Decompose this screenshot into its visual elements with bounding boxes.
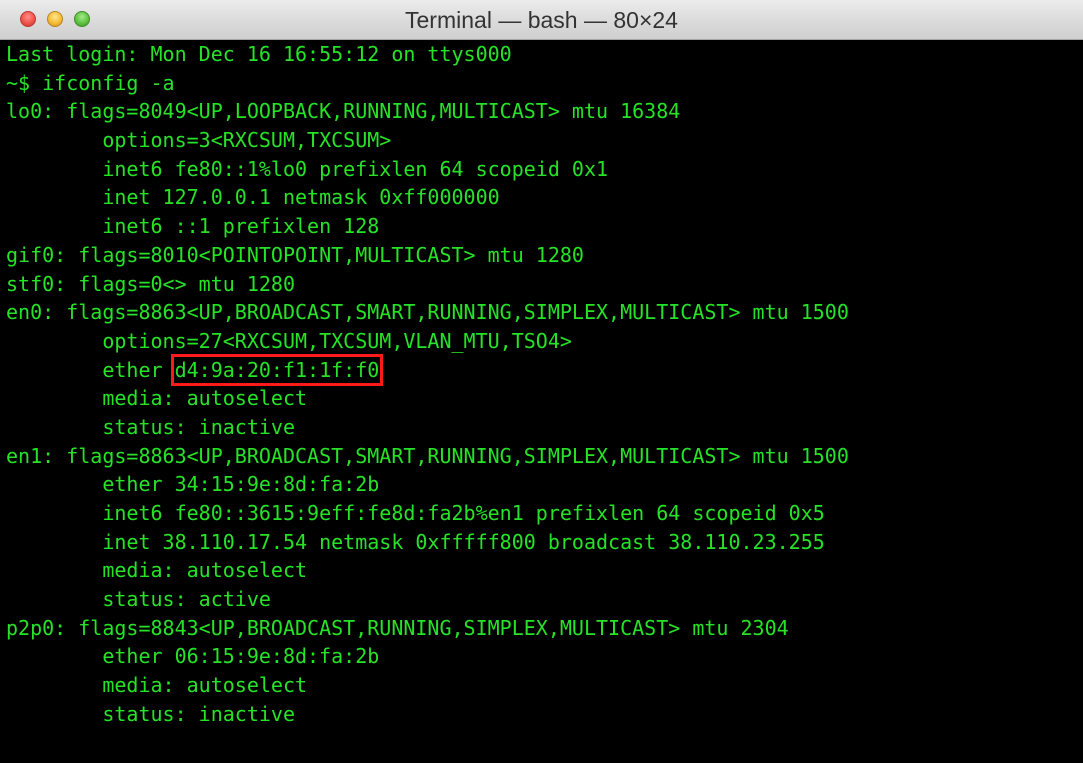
terminal-content[interactable]: Last login: Mon Dec 16 16:55:12 on ttys0…	[0, 40, 1083, 763]
terminal-line: ether d4:9a:20:f1:1f:f0	[6, 353, 849, 386]
terminal-line: inet 38.110.17.54 netmask 0xfffff800 bro…	[6, 529, 825, 554]
terminal-line: en0: flags=8863<UP,BROADCAST,SMART,RUNNI…	[6, 300, 849, 325]
terminal-line: inet6 ::1 prefixlen 128	[6, 214, 380, 239]
terminal-line: status: active	[6, 587, 271, 612]
terminal-line: ether 06:15:9e:8d:fa:2b	[6, 644, 380, 669]
terminal-line: stf0: flags=0<> mtu 1280	[6, 271, 295, 296]
highlighted-mac-address: d4:9a:20:f1:1f:f0	[170, 353, 384, 386]
terminal-line: status: inactive	[6, 414, 295, 439]
terminal-line: p2p0: flags=8843<UP,BROADCAST,RUNNING,SI…	[6, 615, 789, 640]
terminal-line: inet6 fe80::1%lo0 prefixlen 64 scopeid 0…	[6, 156, 609, 181]
title-bar[interactable]: Terminal — bash — 80×24	[0, 0, 1083, 40]
terminal-line: ether 34:15:9e:8d:fa:2b	[6, 472, 380, 497]
terminal-line: ~$ ifconfig -a	[6, 70, 175, 95]
terminal-output: Last login: Mon Dec 16 16:55:12 on ttys0…	[6, 40, 849, 729]
terminal-line: inet 127.0.0.1 netmask 0xff000000	[6, 185, 500, 210]
window-title: Terminal — bash — 80×24	[405, 7, 678, 33]
terminal-line-prefix: ether	[6, 357, 175, 382]
terminal-line: inet6 fe80::3615:9eff:fe8d:fa2b%en1 pref…	[6, 501, 825, 525]
terminal-line: Last login: Mon Dec 16 16:55:12 on ttys0…	[6, 42, 512, 66]
terminal-line: lo0: flags=8049<UP,LOOPBACK,RUNNING,MULT…	[6, 99, 681, 124]
terminal-line: status: inactive	[6, 701, 295, 726]
terminal-line: options=3<RXCSUM,TXCSUM>	[6, 128, 392, 153]
terminal-line: options=27<RXCSUM,TXCSUM,VLAN_MTU,TSO4>	[6, 328, 572, 353]
terminal-window: Terminal — bash — 80×24 Last login: Mon …	[0, 0, 1083, 763]
terminal-line: media: autoselect	[6, 386, 308, 411]
terminal-line: en1: flags=8863<UP,BROADCAST,SMART,RUNNI…	[6, 443, 849, 468]
terminal-line: media: autoselect	[6, 673, 308, 698]
terminal-line: media: autoselect	[6, 558, 308, 583]
terminal-line: gif0: flags=8010<POINTOPOINT,MULTICAST> …	[6, 242, 584, 267]
